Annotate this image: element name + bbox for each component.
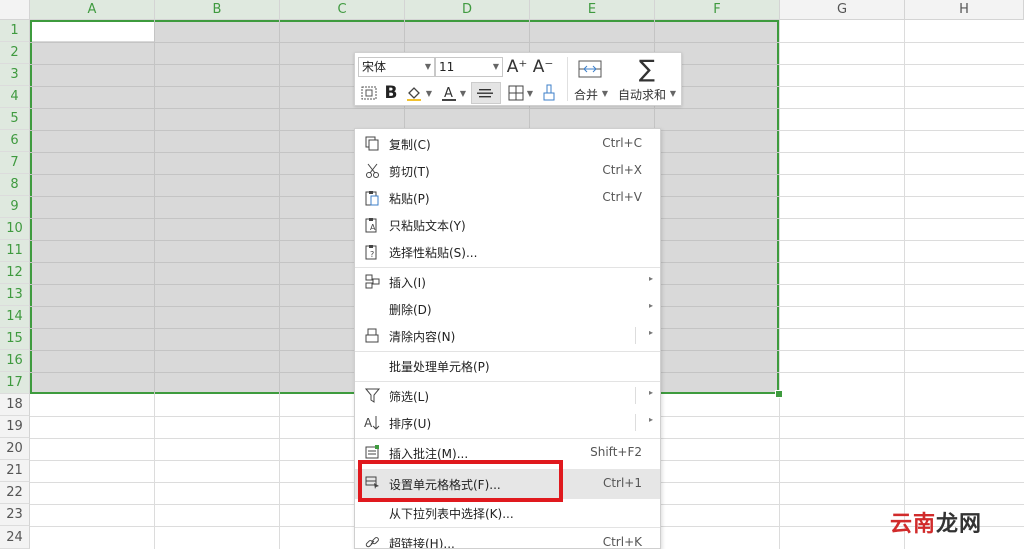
submenu-arrow-icon: ▸ [648,388,653,397]
menu-item-cut[interactable]: 剪切(T) Ctrl+X [355,157,660,184]
row-header[interactable]: 9 [0,196,30,218]
column-header-a[interactable]: A [30,0,155,20]
font-color-icon[interactable]: A [439,83,459,103]
row-header[interactable]: 3 [0,64,30,86]
row-header[interactable]: 14 [0,306,30,328]
select-all-corner[interactable] [0,0,30,20]
row-header[interactable]: 18 [0,394,30,416]
bold-button[interactable]: B [382,83,400,103]
comment-icon [363,444,381,461]
menu-item-insert[interactable]: 插入(I) ▸ [355,268,660,295]
row-header[interactable]: 23 [0,504,30,526]
row-header[interactable]: 1 [0,20,30,42]
row-header[interactable]: 21 [0,460,30,482]
chevron-down-icon[interactable]: ▼ [459,83,467,103]
svg-text:A: A [364,416,373,430]
submenu-arrow-icon: ▸ [648,328,653,337]
row-header[interactable]: 2 [0,42,30,64]
align-center-button[interactable] [471,82,501,104]
merge-label[interactable]: 合并 [574,86,598,103]
fill-handle[interactable] [775,390,783,398]
menu-item-paste-special[interactable]: ? 选择性粘贴(S)... [355,238,660,265]
sigma-icon[interactable]: ∑ [635,55,659,83]
decrease-font-size-button[interactable]: A⁻ [533,56,554,78]
column-header-c[interactable]: C [280,0,405,20]
floating-format-toolbar: 宋体 ▼ 11 ▼ A⁺ A⁻ B ▼ A ▼ ▼ 合并 ▼ ∑ 自动求和 ▼ [354,52,682,106]
highlight-annotation-box [358,460,563,502]
menu-item-pick-from-list[interactable]: 从下拉列表中选择(K)... [355,499,660,526]
menu-item-filter[interactable]: 筛选(L) ▸ [355,382,660,409]
menu-item-hyperlink[interactable]: 超链接(H)... Ctrl+K [355,529,660,548]
svg-text:A: A [370,223,376,232]
chevron-down-icon[interactable]: ▼ [669,86,677,100]
menu-item-sort[interactable]: A 排序(U) ▸ [355,409,660,436]
row-header[interactable]: 6 [0,130,30,152]
menu-item-paste[interactable]: 粘贴(P) Ctrl+V [355,184,660,211]
chevron-down-icon[interactable]: ▼ [425,83,433,103]
row-header[interactable]: 4 [0,86,30,108]
menu-item-clear[interactable]: 清除内容(N) ▸ [355,322,660,349]
chevron-down-icon[interactable]: ▼ [601,86,609,100]
paste-special-icon: ? [363,243,381,260]
link-icon [363,534,381,548]
row-header[interactable]: 5 [0,108,30,130]
row-header[interactable]: 16 [0,350,30,372]
column-header-d[interactable]: D [405,0,530,20]
autosum-label[interactable]: 自动求和 [618,86,666,103]
select-cells-icon[interactable] [359,83,379,103]
row-header[interactable]: 12 [0,262,30,284]
row-header[interactable]: 15 [0,328,30,350]
menu-item-copy[interactable]: 复制(C) Ctrl+C [355,130,660,157]
submenu-arrow-icon: ▸ [648,301,653,310]
insert-cells-icon [363,273,381,290]
row-header[interactable]: 24 [0,526,30,549]
row-header[interactable]: 22 [0,482,30,504]
row-header[interactable]: 8 [0,174,30,196]
eraser-icon [363,327,381,344]
column-header-b[interactable]: B [155,0,280,20]
menu-item-delete[interactable]: 删除(D) ▸ [355,295,660,322]
svg-text:?: ? [370,250,374,259]
submenu-arrow-icon: ▸ [648,274,653,283]
sort-icon: A [363,414,381,431]
chevron-down-icon[interactable]: ▼ [526,83,534,103]
fill-color-icon[interactable] [404,83,424,103]
chevron-down-icon: ▼ [424,62,431,71]
border-icon[interactable] [506,83,526,103]
row-header[interactable]: 19 [0,416,30,438]
column-header-e[interactable]: E [530,0,655,20]
row-header[interactable]: 17 [0,372,30,394]
submenu-arrow-icon: ▸ [648,415,653,424]
row-header[interactable]: 11 [0,240,30,262]
paste-icon [363,189,381,206]
merge-cells-icon[interactable] [577,57,603,81]
format-painter-icon[interactable] [539,83,559,103]
copy-icon [363,135,381,152]
watermark-logo: 云南龙网 [890,512,983,537]
increase-font-size-button[interactable]: A⁺ [507,56,528,78]
scissors-icon [363,162,381,179]
font-name-value: 宋体 [362,60,387,74]
column-header-g[interactable]: G [780,0,905,20]
svg-text:A: A [444,86,453,101]
font-name-select[interactable]: 宋体 ▼ [358,57,435,77]
chevron-down-icon: ▼ [492,62,499,71]
active-cell-a1[interactable] [32,22,154,41]
font-size-select[interactable]: 11 ▼ [435,57,503,77]
font-size-value: 11 [439,60,455,74]
paste-text-icon: A [363,216,381,233]
filter-icon [363,387,381,404]
row-header[interactable]: 10 [0,218,30,240]
column-header-h[interactable]: H [905,0,1024,20]
row-header[interactable]: 7 [0,152,30,174]
menu-item-paste-text[interactable]: A 只粘贴文本(Y) [355,211,660,238]
menu-item-batch-process[interactable]: 批量处理单元格(P) [355,352,660,379]
row-header[interactable]: 13 [0,284,30,306]
row-header[interactable]: 20 [0,438,30,460]
column-header-f[interactable]: F [655,0,780,20]
